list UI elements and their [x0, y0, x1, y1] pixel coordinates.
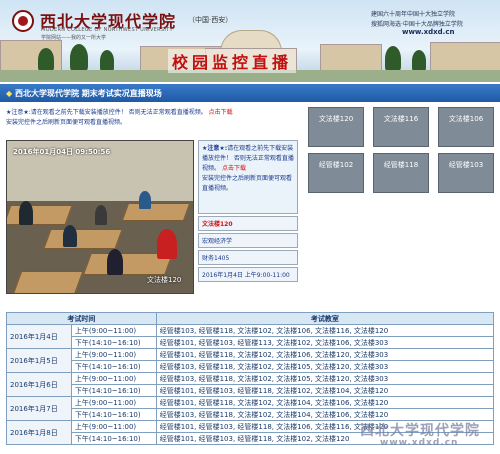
- tree: [412, 50, 426, 72]
- site-url[interactable]: www.xdxd.cn: [402, 28, 454, 36]
- exam-rooms: 经管楼101, 经管楼118, 文法楼102, 文法楼106, 文法楼120, …: [155, 348, 495, 361]
- honor-line-1: 建国六十周年中国十大独立学院: [371, 11, 456, 18]
- side-refresh-text: 安装完控件之后刷新页面便可观看直播视频。: [202, 175, 293, 192]
- download-link[interactable]: 点击下载: [209, 109, 233, 116]
- side-download-link[interactable]: 点击下载: [222, 165, 246, 172]
- exam-info-panel: ★注意★:请在观看之前先下载安装播放控件！ 否则无法正常观看直播视频。 点击下载…: [198, 140, 298, 282]
- room-button-5[interactable]: 经管楼118: [373, 153, 429, 193]
- section-bar: ◆ 西北大学现代学院 期末考试实况直播现场: [0, 84, 500, 102]
- notice-refresh-text: 安装完控件之后刷新页面便可观看直播视频。: [6, 119, 127, 126]
- video-timestamp: 2016年01月04日 09:50:56: [13, 148, 111, 156]
- exam-slot: 上午(9:00~11:00): [70, 420, 157, 433]
- camera-label: 文法楼120: [147, 276, 182, 284]
- exam-rooms: 经管楼103, 经管楼118, 文法楼102, 文法楼105, 文法楼120, …: [155, 372, 495, 385]
- header-banner: 西北大学现代学院 （中国·西安） MODERN COLLEGE OF NORTH…: [0, 0, 500, 82]
- desk: [12, 271, 84, 293]
- live-video-player[interactable]: 2016年01月04日 09:50:56 文法楼120: [6, 140, 194, 294]
- watermark-url: www.xdxd.cn: [380, 438, 459, 448]
- table-row: 下午(14:10~16:10) 经管楼101, 经管楼103, 经管楼113, 文…: [7, 336, 495, 349]
- school-location: （中国·西安）: [188, 16, 233, 24]
- current-room: 文法楼120: [198, 216, 298, 231]
- student: [139, 191, 151, 209]
- honor-line-2: 搜狐网海选·中国十大品牌独立学院: [371, 21, 463, 28]
- exam-rooms: 经管楼101, 经管楼118, 文法楼102, 文法楼104, 文法楼106, …: [155, 396, 495, 409]
- exam-slot: 下午(14:10~16:10): [70, 408, 157, 421]
- exam-rooms: 经管楼103, 经管楼118, 文法楼102, 文法楼104, 文法楼106, …: [155, 408, 495, 421]
- exam-date: 2016年1月7日: [6, 396, 72, 421]
- tree: [100, 50, 114, 72]
- desk: [43, 229, 123, 249]
- download-notice: ★注意★:请在观看之前先下载安装播放控件！ 否则无法正常观看直播视频。 点击下载…: [6, 108, 296, 128]
- exam-date: 2016年1月8日: [6, 420, 72, 445]
- table-row: 下午(14:10~16:10) 经管楼103, 经管楼118, 文法楼102, 文…: [7, 408, 495, 421]
- student: [63, 225, 77, 247]
- table-row: 2016年1月4日 上午(9:00~11:00) 经管楼103, 经管楼118, 文…: [6, 324, 495, 349]
- room-button-3[interactable]: 文法楼106: [438, 107, 494, 147]
- side-notice: ★注意★:请在观看之前先下载安装播放控件！ 否则无法正常观看直播视频。 点击下载…: [198, 140, 298, 214]
- room-button-1[interactable]: 文法楼120: [308, 107, 364, 147]
- table-row: 下午(14:10~16:10) 经管楼101, 经管楼103, 经管楼118, 文…: [7, 384, 495, 397]
- room-button-6[interactable]: 经管楼103: [438, 153, 494, 193]
- exam-date: 2016年1月6日: [6, 372, 72, 397]
- section-title: 西北大学现代学院 期末考试实况直播现场: [14, 89, 162, 98]
- exam-time: 2016年1月4日 上午9:00-11:00: [198, 267, 298, 282]
- student: [95, 205, 107, 225]
- watermark-text: 西北大学现代学院: [360, 423, 480, 439]
- header-exam-time: 考试时间: [6, 312, 157, 325]
- exam-rooms: 经管楼101, 经管楼103, 经管楼113, 文法楼102, 文法楼106, …: [155, 336, 495, 349]
- exam-rooms: 经管楼103, 经管楼118, 文法楼102, 文法楼106, 文法楼116, …: [155, 324, 495, 337]
- table-row: 2016年1月5日 上午(9:00~11:00) 经管楼101, 经管楼118, 文…: [6, 348, 495, 373]
- table-header-row: 考试时间 考试教室: [6, 312, 495, 325]
- school-slogan: 学院网站——我的又一所大学: [41, 35, 107, 41]
- student: [157, 229, 177, 259]
- table-row: 2016年1月7日 上午(9:00~11:00) 经管楼101, 经管楼118, 文…: [6, 396, 495, 421]
- college-logo: [12, 10, 34, 32]
- exam-slot: 下午(14:10~16:10): [70, 360, 157, 373]
- tree: [38, 48, 54, 72]
- exam-date: 2016年1月4日: [6, 324, 72, 349]
- student: [107, 249, 123, 275]
- bullet-icon: ◆: [6, 89, 13, 98]
- student: [19, 201, 33, 225]
- tree: [385, 46, 401, 72]
- table-row: 2016年1月6日 上午(9:00~11:00) 经管楼103, 经管楼118, 文…: [6, 372, 495, 397]
- room-button-2[interactable]: 文法楼116: [373, 107, 429, 147]
- exam-slot: 上午(9:00~11:00): [70, 372, 157, 385]
- exam-slot: 下午(14:10~16:10): [70, 384, 157, 397]
- tree: [70, 44, 88, 72]
- page-title: 校园监控直播: [168, 49, 297, 73]
- desk: [7, 205, 73, 225]
- exam-date: 2016年1月5日: [6, 348, 72, 373]
- exam-rooms: 经管楼103, 经管楼118, 文法楼102, 文法楼105, 文法楼120, …: [155, 360, 495, 373]
- exam-class: 财务1405: [198, 250, 298, 265]
- exam-slot: 上午(9:00~11:00): [70, 324, 157, 337]
- exam-subject: 宏观经济学: [198, 233, 298, 248]
- exam-slot: 下午(14:10~16:10): [70, 336, 157, 349]
- table-row: 下午(14:10~16:10) 经管楼103, 经管楼118, 文法楼102, 文…: [7, 360, 495, 373]
- desk: [121, 203, 191, 221]
- exam-slot: 上午(9:00~11:00): [70, 348, 157, 361]
- notice-text: ★注意★:请在观看之前先下载安装播放控件！ 否则无法正常观看直播视频。: [6, 109, 207, 116]
- room-button-4[interactable]: 经管楼102: [308, 153, 364, 193]
- header-exam-room: 考试教室: [155, 312, 495, 325]
- exam-rooms: 经管楼101, 经管楼103, 经管楼118, 文法楼102, 文法楼104, …: [155, 384, 495, 397]
- notice-star-label: ★注意★:: [202, 145, 228, 152]
- school-english-name: MODERN COLLEGE OF NORTHWEST UNIVERSITY: [41, 27, 173, 33]
- exam-slot: 上午(9:00~11:00): [70, 396, 157, 409]
- exam-slot: 下午(14:10~16:10): [70, 432, 157, 445]
